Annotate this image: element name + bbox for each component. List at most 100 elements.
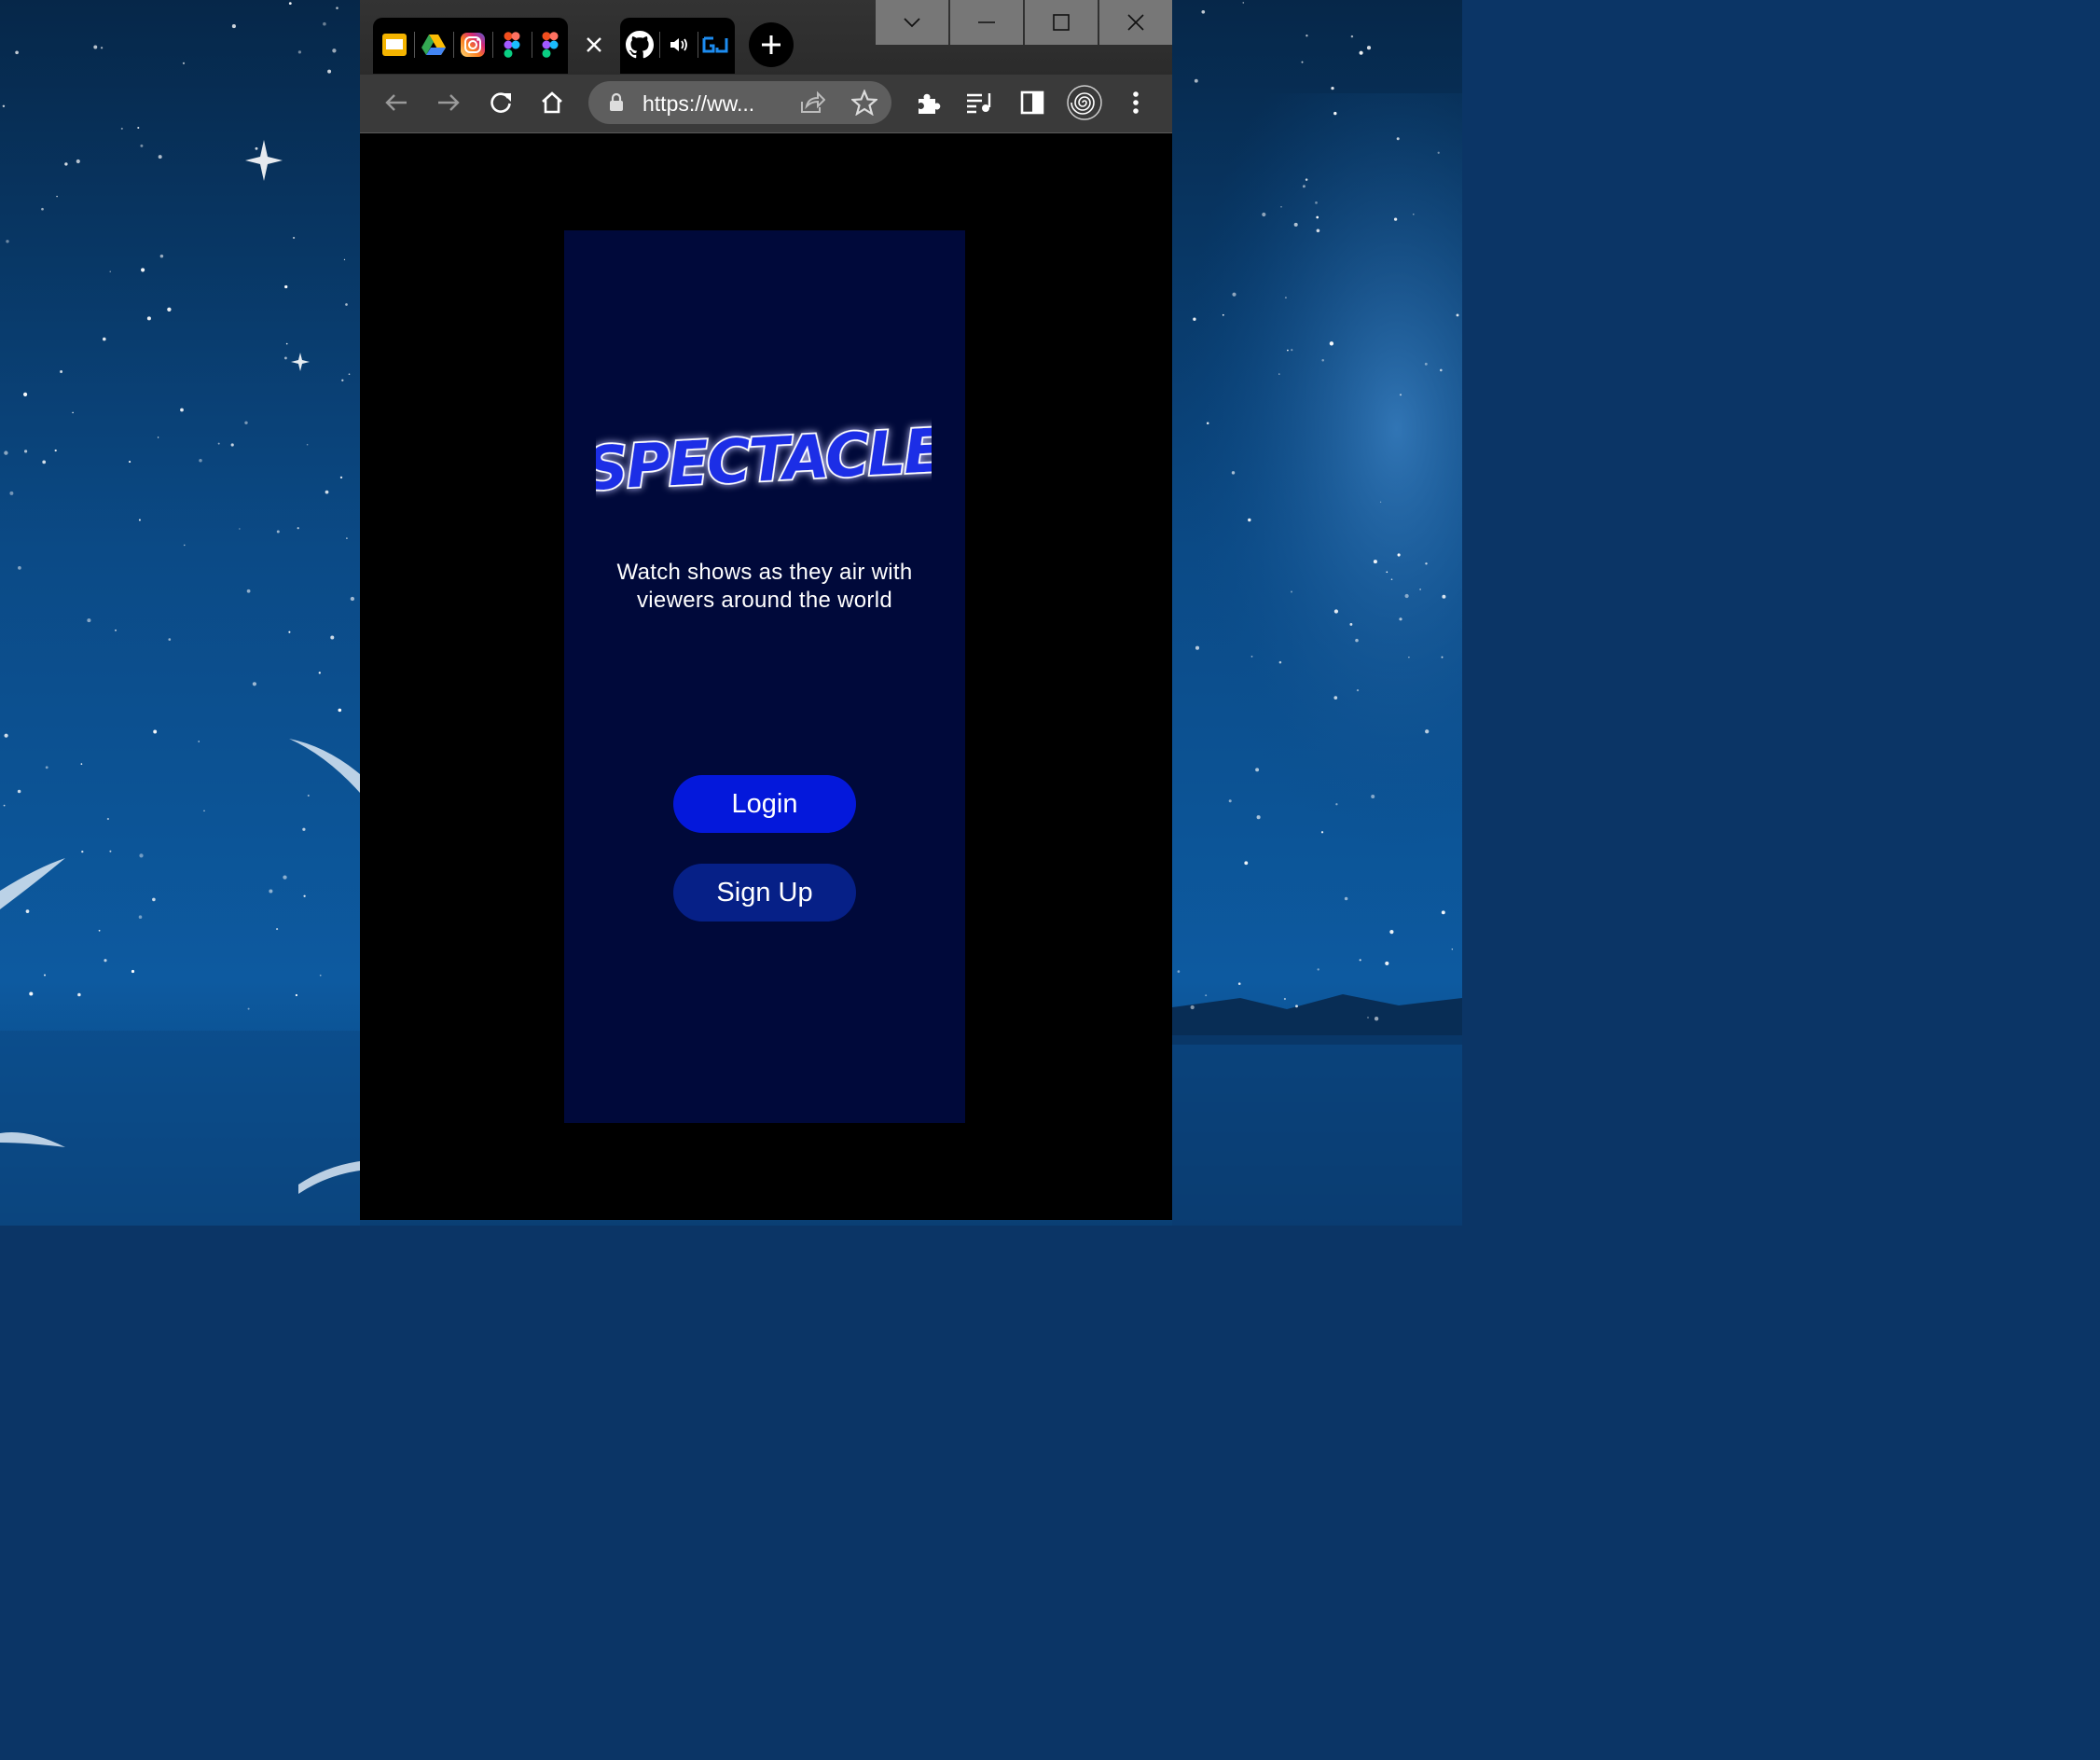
star <box>1408 656 1410 658</box>
star <box>167 307 172 312</box>
star <box>293 236 296 240</box>
gj-app-icon[interactable] <box>698 26 735 63</box>
star <box>109 270 111 272</box>
star <box>252 682 257 686</box>
bookmark-star-icon[interactable] <box>850 89 879 120</box>
share-icon[interactable] <box>799 90 826 119</box>
star <box>1349 622 1353 626</box>
star <box>23 450 28 453</box>
side-panel-icon[interactable] <box>1014 84 1051 121</box>
home-icon[interactable] <box>533 84 571 121</box>
star <box>323 21 326 26</box>
profile-avatar-icon[interactable] <box>1066 84 1103 121</box>
signup-button[interactable]: Sign Up <box>673 864 856 922</box>
star <box>297 527 299 530</box>
star <box>255 146 258 150</box>
lock-icon <box>607 92 626 118</box>
star <box>1232 292 1237 297</box>
star <box>23 392 28 396</box>
star <box>1399 617 1402 621</box>
star <box>93 45 98 49</box>
google-slides-icon[interactable] <box>376 26 413 63</box>
star <box>17 789 21 794</box>
media-queue-icon[interactable] <box>961 84 999 121</box>
star <box>1283 997 1286 1001</box>
star <box>1404 593 1409 599</box>
star <box>64 162 68 166</box>
logo-text: SPECTACLE <box>596 417 932 505</box>
tab-search-chevron-icon[interactable] <box>876 0 948 45</box>
star <box>60 370 63 373</box>
star <box>168 638 172 641</box>
star <box>1442 594 1446 599</box>
url-text[interactable]: https://ww... <box>642 91 754 117</box>
star <box>54 449 57 452</box>
star <box>1193 317 1196 321</box>
star <box>1316 229 1320 233</box>
browser-window: https://ww... SPECTACLE Watch shows as t… <box>360 0 1172 1220</box>
figma-icon[interactable] <box>493 26 531 63</box>
star <box>325 490 329 494</box>
star <box>3 804 6 807</box>
google-drive-icon[interactable] <box>415 26 452 63</box>
star <box>348 373 351 376</box>
spectacle-logo: SPECTACLE <box>596 415 932 506</box>
star <box>1399 394 1402 396</box>
star <box>1305 178 1308 181</box>
star <box>283 356 287 360</box>
reload-icon[interactable] <box>482 84 519 121</box>
menu-kebab-icon[interactable] <box>1117 84 1154 121</box>
star <box>1256 815 1261 820</box>
extensions-puzzle-icon[interactable] <box>909 84 946 121</box>
star <box>25 909 30 913</box>
star <box>285 342 288 345</box>
star <box>1333 696 1338 700</box>
address-bar[interactable]: https://ww... <box>588 81 891 124</box>
forward-arrow-icon[interactable] <box>430 84 467 121</box>
star <box>1425 562 1428 565</box>
star <box>6 240 9 243</box>
star <box>307 794 310 797</box>
star <box>303 894 306 897</box>
star <box>152 897 156 902</box>
close-icon[interactable] <box>575 26 613 63</box>
star <box>350 596 355 602</box>
star <box>158 155 162 159</box>
star <box>1278 660 1282 664</box>
star <box>1424 362 1428 366</box>
star <box>1301 61 1304 63</box>
figma-icon[interactable] <box>532 26 569 63</box>
star <box>100 47 104 49</box>
maximize-icon[interactable] <box>1025 0 1098 45</box>
star <box>153 729 158 734</box>
star <box>129 461 131 464</box>
star <box>1302 185 1306 188</box>
star <box>1194 78 1198 83</box>
star <box>284 284 288 289</box>
star <box>76 159 80 164</box>
star <box>1284 297 1287 299</box>
new-tab-plus-icon[interactable] <box>749 22 794 67</box>
star <box>146 316 151 321</box>
star <box>318 672 321 674</box>
star <box>1333 111 1337 116</box>
star <box>1295 1005 1298 1008</box>
star <box>295 993 297 997</box>
star <box>137 126 140 130</box>
speaker-icon[interactable] <box>660 26 698 63</box>
back-arrow-icon[interactable] <box>378 84 415 121</box>
github-icon[interactable] <box>621 26 658 63</box>
star <box>198 741 200 742</box>
star <box>184 544 186 547</box>
instagram-icon[interactable] <box>454 26 491 63</box>
star <box>1373 560 1377 564</box>
star <box>1228 799 1232 803</box>
star <box>1190 1005 1195 1010</box>
star <box>231 24 236 29</box>
login-button[interactable]: Login <box>673 775 856 833</box>
window-close-icon[interactable] <box>1099 0 1172 45</box>
tagline-line-1: Watch shows as they air with <box>616 560 913 585</box>
minimize-icon[interactable] <box>950 0 1023 45</box>
star <box>1439 368 1443 372</box>
star <box>1441 656 1444 658</box>
